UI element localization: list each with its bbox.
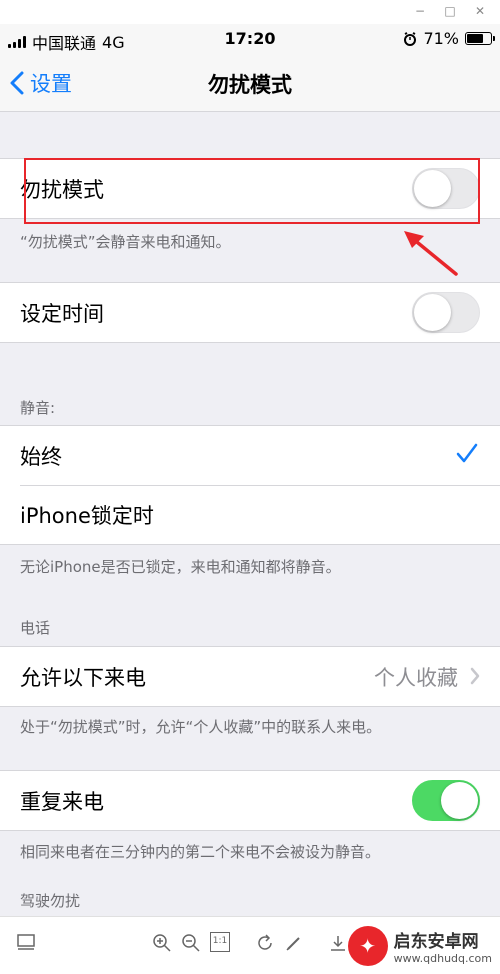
repeated-calls-toggle[interactable] — [412, 780, 480, 821]
allow-calls-row[interactable]: 允许以下来电 个人收藏 — [0, 647, 500, 706]
silence-option-locked[interactable]: iPhone锁定时 — [0, 485, 500, 544]
schedule-toggle[interactable] — [412, 292, 480, 333]
schedule-label: 设定时间 — [20, 301, 104, 326]
page-title: 勿扰模式 — [208, 73, 292, 97]
repeated-calls-row: 重复来电 — [0, 771, 500, 830]
zoom-in-icon[interactable] — [152, 933, 172, 953]
actual-size-button[interactable]: 1:1 — [210, 932, 230, 952]
silence-option-label: 始终 — [20, 444, 62, 469]
silence-group: 始终 iPhone锁定时 — [0, 425, 500, 545]
repeated-calls-group: 重复来电 — [0, 770, 500, 831]
status-bar: 中国联通 4G 17:20 71% — [0, 24, 500, 56]
battery-percent: 71% — [423, 29, 459, 48]
driving-header: 驾驶勿扰 — [20, 892, 81, 910]
repeated-calls-label: 重复来电 — [20, 789, 104, 814]
close-button[interactable]: ✕ — [470, 3, 490, 19]
minimize-button[interactable]: − — [410, 3, 430, 19]
window-bar: − □ ✕ — [0, 0, 500, 24]
annotation-arrow-icon — [404, 231, 458, 276]
watermark-logo-icon: ✦ — [347, 926, 388, 966]
allow-calls-footer: 处于“勿扰模式”时，允许“个人收藏”中的联系人来电。 — [20, 718, 382, 736]
phone-group: 允许以下来电 个人收藏 — [0, 646, 500, 707]
battery-icon — [465, 32, 495, 45]
maximize-button[interactable]: □ — [440, 3, 460, 19]
silence-footer: 无论iPhone是否已锁定，来电和通知都将静音。 — [20, 558, 341, 576]
zoom-out-icon[interactable] — [181, 933, 201, 953]
dnd-footer: “勿扰模式”会静音来电和通知。 — [20, 233, 231, 251]
phone-header: 电话 — [20, 619, 51, 637]
rotate-icon[interactable] — [255, 933, 275, 953]
edit-icon[interactable] — [284, 933, 304, 953]
watermark-url: www.qdhudq.com — [393, 952, 492, 965]
silence-option-always[interactable]: 始终 — [0, 426, 500, 485]
schedule-group: 设定时间 — [0, 282, 500, 343]
schedule-row: 设定时间 — [0, 283, 500, 342]
download-icon[interactable] — [328, 933, 348, 953]
repeated-calls-footer: 相同来电者在三分钟内的第二个来电不会被设为静音。 — [20, 843, 381, 861]
navigation-bar: 设置 勿扰模式 — [0, 56, 500, 112]
screen-icon[interactable] — [16, 933, 36, 951]
allow-calls-label: 允许以下来电 — [20, 665, 146, 690]
checkmark-icon — [456, 443, 478, 463]
chevron-right-icon — [470, 667, 480, 685]
alarm-icon — [404, 31, 417, 46]
highlight-box — [24, 158, 480, 224]
silence-option-label: iPhone锁定时 — [20, 503, 154, 528]
allow-calls-value: 个人收藏 — [374, 665, 458, 690]
watermark: ✦ 启东安卓网 www.qdhudq.com — [347, 926, 492, 966]
silence-header: 静音: — [20, 399, 56, 417]
watermark-name: 启东安卓网 — [393, 932, 479, 952]
